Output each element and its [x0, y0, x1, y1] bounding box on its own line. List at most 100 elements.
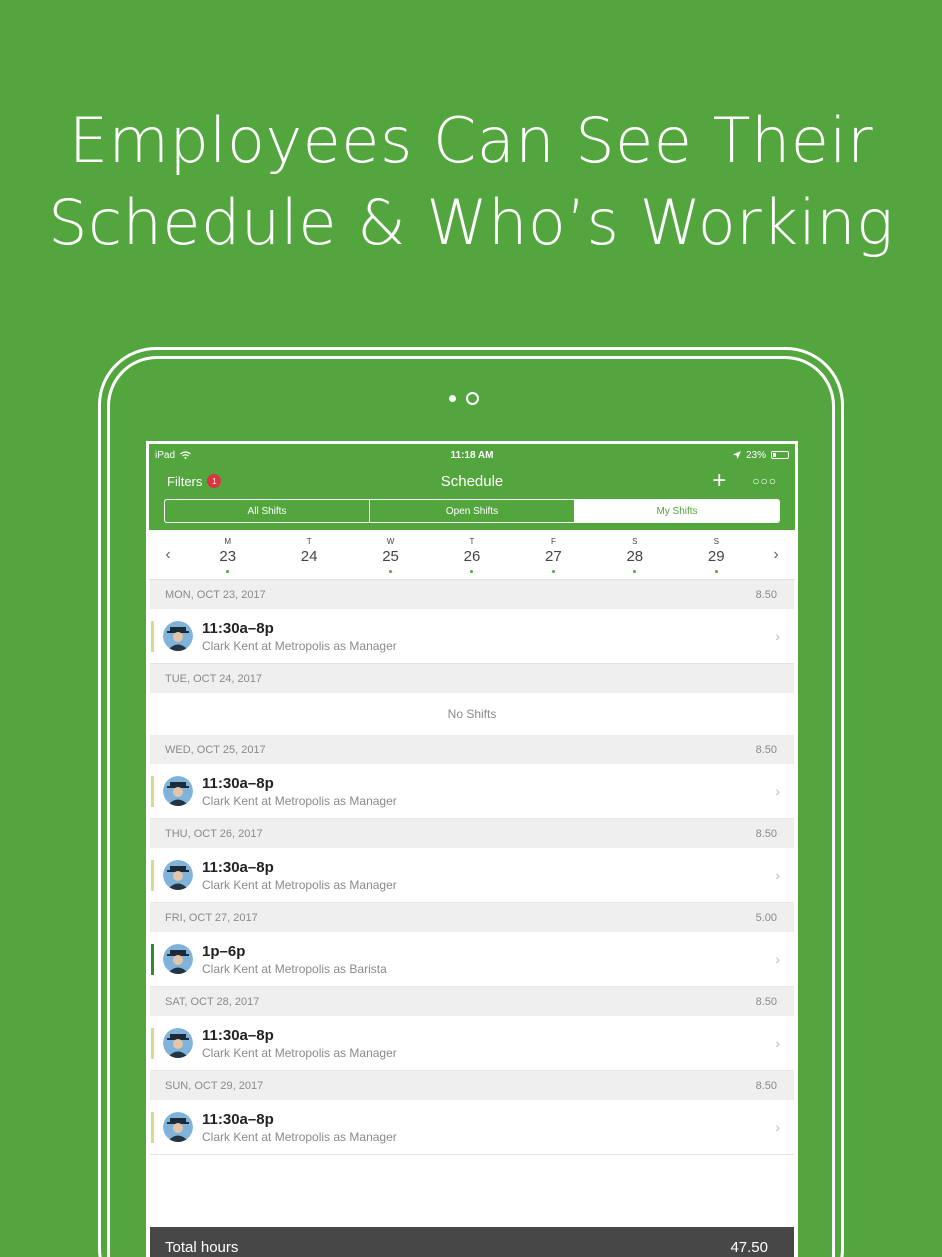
day-header: MON, OCT 23, 2017 8.50 — [150, 580, 794, 609]
shift-dot — [714, 569, 718, 573]
status-bar: iPad 11:18 AM 23% — [149, 444, 795, 466]
avatar — [163, 621, 193, 651]
day-number: 27 — [545, 547, 562, 565]
day-sat[interactable]: S 28 — [594, 537, 675, 573]
day-header: FRI, OCT 27, 2017 5.00 — [150, 903, 794, 932]
position-color-bar — [151, 860, 154, 891]
shift-filter-segment: All Shifts Open Shifts My Shifts — [149, 496, 795, 530]
shift-row[interactable]: 11:30a–8p Clark Kent at Metropolis as Ma… — [150, 1016, 794, 1071]
shift-detail: Clark Kent at Metropolis as Manager — [202, 1129, 397, 1144]
chevron-right-icon: › — [775, 783, 780, 799]
headline-line-2: Schedule & Who’s Working — [48, 186, 894, 259]
total-hours-label: Total hours — [165, 1238, 239, 1256]
day-header: THU, OCT 26, 2017 8.50 — [150, 819, 794, 848]
day-letter: S — [632, 536, 638, 546]
day-number: 26 — [463, 547, 481, 565]
day-letter: S — [713, 536, 719, 546]
day-header-date: THU, OCT 26, 2017 — [165, 827, 263, 840]
app-screen: iPad 11:18 AM 23% Filters 1 Schedule + ○… — [146, 441, 798, 1257]
day-header: TUE, OCT 24, 2017 — [150, 664, 794, 693]
shift-dot — [551, 569, 555, 573]
wifi-icon — [180, 451, 191, 459]
page-indicator — [449, 392, 479, 405]
next-week-icon[interactable]: › — [757, 546, 795, 564]
headline: Employees Can See Their Schedule & Who’s… — [0, 100, 942, 264]
day-header-date: SAT, OCT 28, 2017 — [165, 995, 260, 1008]
day-number: 29 — [707, 547, 725, 565]
page-dot-current — [466, 392, 479, 405]
position-color-bar — [151, 1112, 154, 1143]
shift-detail: Clark Kent at Metropolis as Manager — [202, 793, 397, 808]
segment-my-shifts[interactable]: My Shifts — [575, 500, 779, 522]
prev-week-icon[interactable]: ‹ — [149, 546, 187, 564]
shift-row[interactable]: 11:30a–8p Clark Kent at Metropolis as Ma… — [150, 609, 794, 664]
shift-row[interactable]: 1p–6p Clark Kent at Metropolis as Barist… — [150, 932, 794, 987]
avatar — [163, 1112, 193, 1142]
day-letter: M — [224, 536, 232, 546]
chevron-right-icon: › — [775, 951, 780, 967]
chevron-right-icon: › — [775, 1035, 780, 1051]
shift-row[interactable]: 11:30a–8p Clark Kent at Metropolis as Ma… — [150, 1100, 794, 1155]
shift-time: 11:30a–8p — [202, 774, 274, 792]
day-sun[interactable]: S 29 — [676, 537, 757, 573]
day-letter: T — [469, 536, 475, 546]
shift-dot — [470, 569, 474, 573]
position-color-bar — [151, 621, 154, 652]
shift-detail: Clark Kent at Metropolis as Barista — [202, 961, 387, 976]
day-tue[interactable]: T 24 — [268, 537, 349, 573]
headline-line-1: Employees Can See Their — [68, 104, 874, 177]
status-time: 11:18 AM — [450, 449, 494, 461]
day-header-date: SUN, OCT 29, 2017 — [165, 1079, 264, 1092]
shift-dot — [226, 569, 230, 573]
day-header-date: MON, OCT 23, 2017 — [165, 588, 266, 601]
location-arrow-icon — [732, 451, 741, 459]
day-fri[interactable]: F 27 — [513, 537, 594, 573]
day-mon[interactable]: M 23 — [187, 537, 268, 573]
segment-open-shifts[interactable]: Open Shifts — [370, 500, 575, 522]
more-options-icon[interactable]: ○○○ — [752, 474, 777, 488]
day-header: WED, OCT 25, 2017 8.50 — [150, 735, 794, 764]
add-shift-icon[interactable]: + — [712, 469, 726, 493]
battery-percent: 23% — [745, 449, 766, 461]
shift-list: MON, OCT 23, 2017 8.50 11:30a–8p Clark K… — [150, 580, 794, 1155]
position-color-bar — [151, 944, 154, 975]
day-header-hours: 8.50 — [755, 1079, 777, 1092]
chevron-right-icon: › — [775, 628, 780, 644]
shift-time: 11:30a–8p — [202, 619, 274, 637]
day-thu[interactable]: T 26 — [431, 537, 512, 573]
week-strip: ‹ M 23 T 24 W 25 T 26 F 27 S 28 S 29 › — [149, 530, 795, 580]
day-number: 24 — [300, 547, 318, 565]
shift-detail: Clark Kent at Metropolis as Manager — [202, 877, 397, 892]
filters-label: Filters — [167, 473, 203, 489]
shift-row[interactable]: 11:30a–8p Clark Kent at Metropolis as Ma… — [150, 848, 794, 903]
day-header-hours: 8.50 — [755, 743, 777, 756]
chevron-right-icon: › — [775, 867, 780, 883]
page-dot — [449, 395, 456, 402]
shift-dot — [389, 569, 393, 573]
position-color-bar — [151, 776, 154, 807]
shift-time: 11:30a–8p — [202, 1110, 274, 1128]
day-wed[interactable]: W 25 — [350, 537, 431, 573]
shift-detail: Clark Kent at Metropolis as Manager — [202, 1045, 397, 1060]
day-header: SAT, OCT 28, 2017 8.50 — [150, 987, 794, 1016]
day-header-hours: 8.50 — [755, 995, 777, 1008]
day-number: 23 — [219, 547, 237, 565]
shift-row[interactable]: 11:30a–8p Clark Kent at Metropolis as Ma… — [150, 764, 794, 819]
device-label: iPad — [155, 449, 176, 461]
day-letter: F — [550, 536, 556, 546]
position-color-bar — [151, 1028, 154, 1059]
shift-detail: Clark Kent at Metropolis as Manager — [202, 638, 397, 653]
total-hours-value: 47.50 — [730, 1238, 768, 1256]
avatar — [163, 776, 193, 806]
shift-time: 11:30a–8p — [202, 858, 274, 876]
chevron-right-icon: › — [775, 1119, 780, 1135]
nav-bar: Filters 1 Schedule + ○○○ — [149, 466, 795, 496]
day-header-date: TUE, OCT 24, 2017 — [165, 672, 263, 685]
filters-button[interactable]: Filters 1 — [167, 473, 222, 489]
day-letter: W — [386, 536, 395, 546]
day-number: 28 — [626, 547, 644, 565]
day-number: 25 — [382, 547, 399, 565]
day-header: SUN, OCT 29, 2017 8.50 — [150, 1071, 794, 1100]
page-title: Schedule — [440, 472, 504, 490]
segment-all-shifts[interactable]: All Shifts — [165, 500, 370, 522]
